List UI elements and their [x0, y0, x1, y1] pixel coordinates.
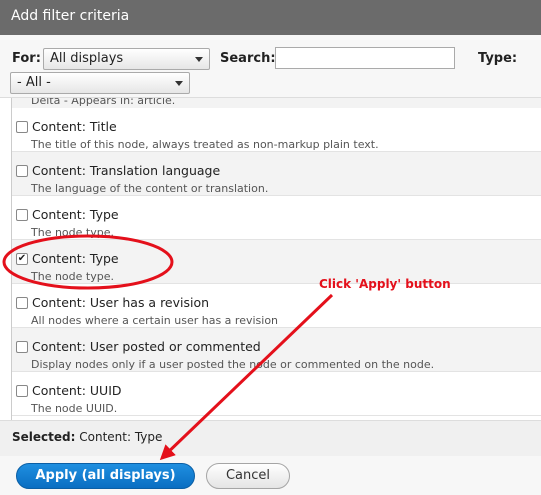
- cancel-button[interactable]: Cancel: [206, 463, 290, 489]
- for-label: For:: [12, 51, 41, 66]
- list-item-desc: Display nodes only if a user posted the …: [31, 358, 435, 371]
- dialog-footer: Apply (all displays) Cancel: [0, 456, 541, 495]
- search-label: Search:: [220, 51, 276, 66]
- list-item-partial: Delta - Appears in: article.: [12, 98, 541, 108]
- list-item[interactable]: Content: Title The title of this node, a…: [12, 108, 541, 152]
- list-item-desc: The node UUID.: [31, 402, 118, 415]
- type-label: Type:: [478, 51, 518, 66]
- list-item[interactable]: Content: Translation language The langua…: [12, 152, 541, 196]
- list-item-desc: The node type.: [31, 270, 114, 283]
- list-item-desc: The language of the content or translati…: [31, 182, 269, 195]
- list-item[interactable]: Content: Type The node type.: [12, 196, 541, 240]
- for-select-value: All displays: [50, 51, 124, 66]
- search-input[interactable]: [275, 47, 455, 69]
- checkbox-checked[interactable]: ✔: [16, 253, 28, 265]
- list-item-selected[interactable]: ✔ Content: Type The node type.: [12, 240, 541, 284]
- list-item[interactable]: Content: User posted or commented Displa…: [12, 328, 541, 372]
- list-item[interactable]: Content: UUID The node UUID.: [12, 372, 541, 416]
- list-item-title: Content: Type: [32, 207, 119, 222]
- chevron-down-icon: [175, 81, 183, 86]
- list-item[interactable]: Content: User has a revision All nodes w…: [12, 284, 541, 328]
- selected-label: Selected:: [12, 430, 76, 444]
- checkbox[interactable]: [16, 297, 28, 309]
- list-item-desc: The title of this node, always treated a…: [31, 138, 379, 151]
- list-item-desc: All nodes where a certain user has a rev…: [31, 314, 279, 327]
- list-item-desc: The node type.: [31, 226, 114, 239]
- filter-controls: For: All displays Search: Type: - All -: [0, 35, 541, 98]
- list-item-desc: Delta - Appears in: article.: [31, 98, 176, 107]
- dialog-title: Add filter criteria: [11, 8, 130, 24]
- type-select[interactable]: - All -: [10, 72, 190, 94]
- selected-summary: Selected: Content: Type: [0, 420, 541, 456]
- list-item-title: Content: Translation language: [32, 163, 221, 178]
- checkbox[interactable]: [16, 341, 28, 353]
- list-item-title: Content: User posted or commented: [32, 339, 261, 354]
- list-item-title: Content: User has a revision: [32, 295, 210, 310]
- type-select-value: - All -: [17, 75, 51, 90]
- checkbox[interactable]: [16, 385, 28, 397]
- for-select[interactable]: All displays: [43, 48, 210, 70]
- annotation-label: Click 'Apply' button: [319, 277, 451, 291]
- checkbox[interactable]: [16, 165, 28, 177]
- checkbox[interactable]: [16, 121, 28, 133]
- dialog-titlebar: Add filter criteria: [0, 0, 541, 35]
- chevron-down-icon: [195, 57, 203, 62]
- list-item-title: Content: Type: [32, 251, 119, 266]
- list-item-title: Content: Title: [32, 119, 117, 134]
- apply-button[interactable]: Apply (all displays): [16, 463, 195, 489]
- checkbox[interactable]: [16, 209, 28, 221]
- list-item-title: Content: UUID: [32, 383, 122, 398]
- selected-value: Content: Type: [79, 430, 163, 444]
- filter-list[interactable]: Delta - Appears in: article. Content: Ti…: [11, 98, 541, 420]
